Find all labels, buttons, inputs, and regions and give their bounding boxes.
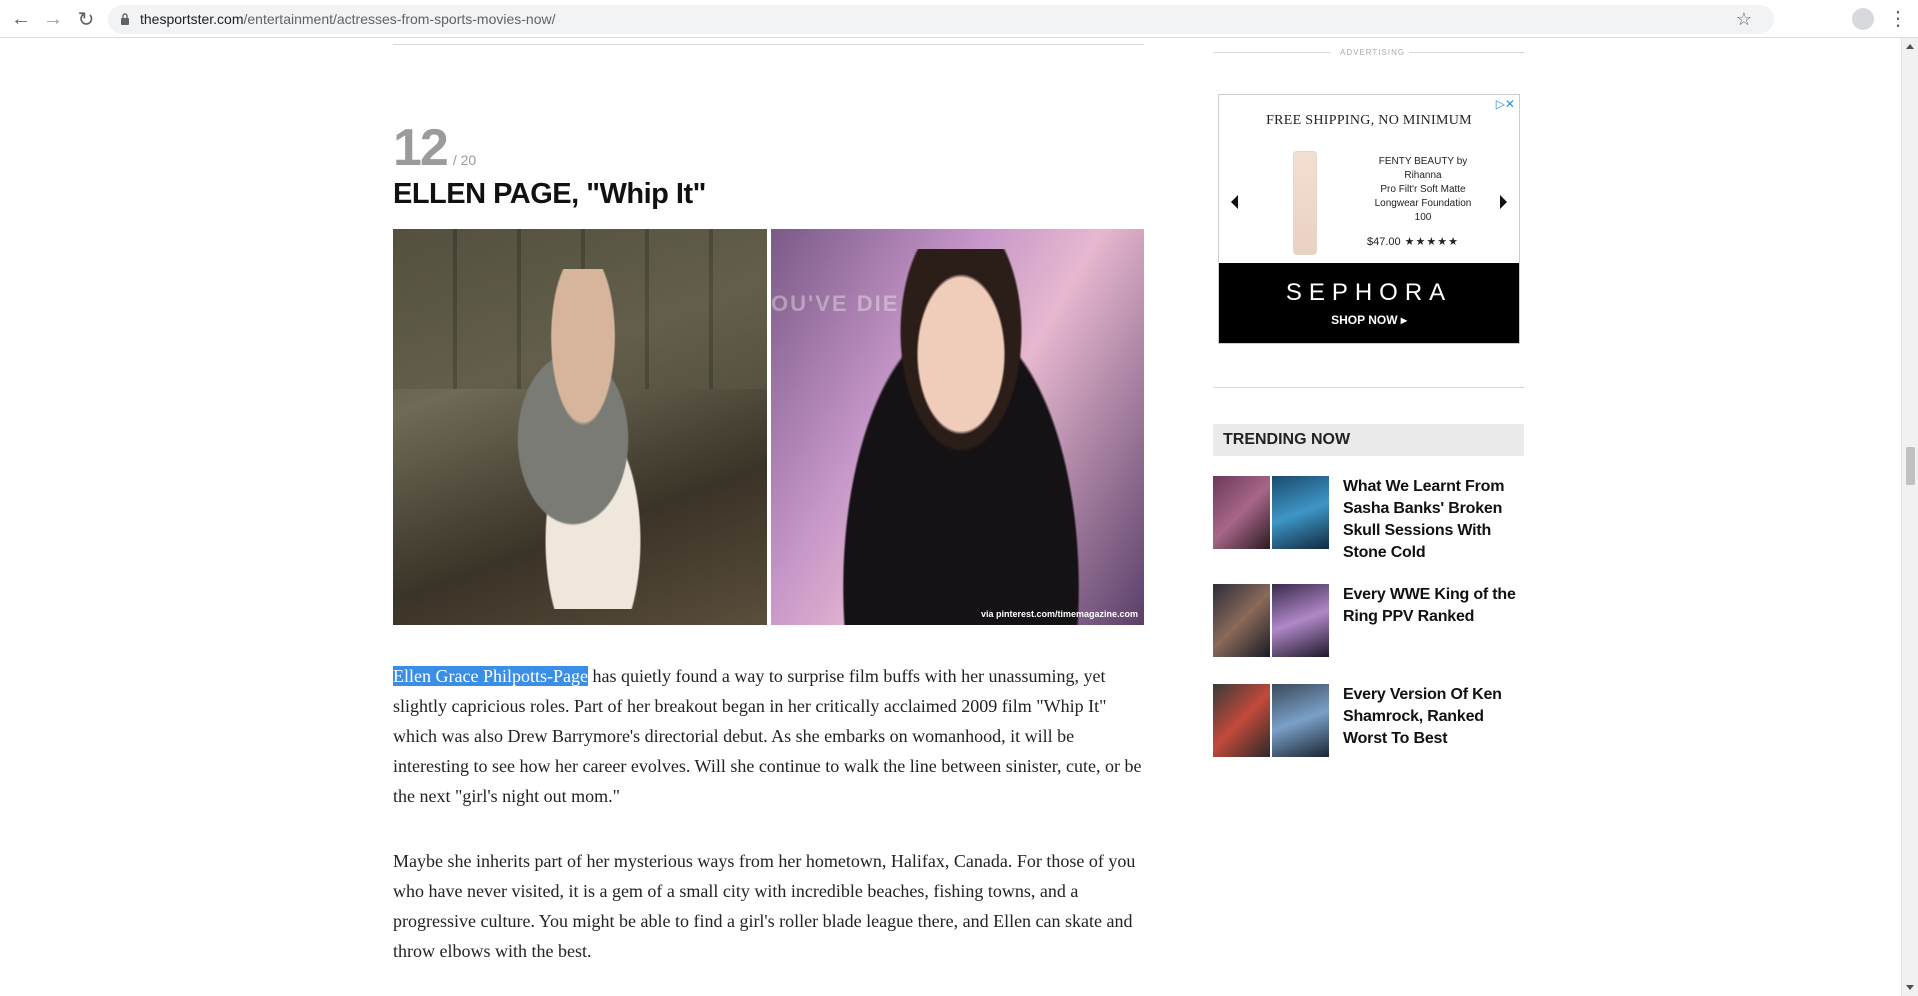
ad-price-row: $47.00 ★★★★★ — [1367, 235, 1459, 248]
back-arrow-icon[interactable]: ← — [9, 7, 33, 31]
slide-counter-total: / 20 — [452, 152, 477, 168]
ad-divider-left — [1213, 52, 1331, 53]
thumbnail-right — [1272, 584, 1329, 657]
ad-divider-right — [1409, 52, 1524, 53]
ad-headline: FREE SHIPPING, NO MINIMUM — [1266, 113, 1472, 128]
ad-product-name: Pro Filt'r Soft Matte Longwear Foundatio… — [1374, 184, 1472, 209]
ad-choices-icon[interactable]: ▷✕ — [1496, 97, 1515, 111]
reload-icon[interactable]: ↻ — [74, 7, 98, 31]
ad-product-panel[interactable]: ▷✕ FREE SHIPPING, NO MINIMUM FENTY BEAUT… — [1219, 95, 1519, 263]
photo-portrait: OU'VE DIE — [771, 229, 1144, 625]
bookmark-star-icon[interactable]: ☆ — [1736, 9, 1752, 30]
ad-product-info: FENTY BEAUTY by Rihanna Pro Filt'r Soft … — [1364, 155, 1482, 225]
trending-item-title[interactable]: Every Version Of Ken Shamrock, Ranked Wo… — [1343, 684, 1523, 750]
paragraph-1-text: has quietly found a way to surprise film… — [393, 666, 1142, 806]
photo-person-right — [811, 249, 1111, 625]
thumbnail-right — [1272, 684, 1329, 757]
ad-product-shade: 100 — [1414, 212, 1432, 223]
ad-label: ADVERTISING — [1340, 48, 1406, 57]
trending-thumbnail[interactable] — [1213, 476, 1329, 549]
slide-counter-current: 12 — [393, 119, 449, 177]
address-bar[interactable]: thesportster.com/entertainment/actresses… — [108, 5, 1774, 34]
trending-header: TRENDING NOW — [1213, 424, 1524, 456]
sidebar-divider — [1213, 387, 1524, 388]
trending-item-title[interactable]: Every WWE King of the Ring PPV Ranked — [1343, 584, 1523, 628]
slide-title: ELLEN PAGE, "Whip It" — [393, 178, 706, 210]
trending-thumbnail[interactable] — [1213, 584, 1329, 657]
article-paragraph-2: Maybe she inherits part of her mysteriou… — [393, 851, 1136, 961]
thumbnail-right — [1272, 476, 1329, 549]
thumbnail-left — [1213, 584, 1270, 657]
ad-price: $47.00 — [1367, 236, 1401, 248]
trending-thumbnail[interactable] — [1213, 684, 1329, 757]
sephora-ad[interactable]: ▷✕ FREE SHIPPING, NO MINIMUM FENTY BEAUT… — [1218, 94, 1520, 344]
slide-counter: 12/ 20 — [393, 118, 476, 178]
ad-product-brand: FENTY BEAUTY by Rihanna — [1378, 156, 1468, 181]
scroll-up-arrow-icon[interactable] — [1906, 44, 1914, 49]
photo-person-left — [483, 269, 683, 609]
photo-whip-it-still — [393, 229, 767, 625]
article-paragraph-1: Ellen Grace Philpotts-Page has quietly f… — [393, 661, 1148, 811]
foundation-bottle-image — [1293, 151, 1317, 255]
thumbnail-left — [1213, 476, 1270, 549]
page-scrollbar[interactable] — [1901, 38, 1918, 996]
browser-toolbar: ← → ↻ thesportster.com/entertainment/act… — [0, 0, 1918, 38]
forward-arrow-icon[interactable]: → — [41, 7, 65, 31]
browser-menu-icon[interactable]: ⋮ — [1888, 6, 1908, 31]
ad-brand-logo: SEPHORA — [1285, 279, 1453, 306]
photo-credit: via pinterest.com/timemagazine.com — [980, 609, 1138, 619]
url-domain: thesportster.com — [140, 11, 244, 27]
shop-now-button[interactable]: SHOP NOW ▸ — [1219, 313, 1519, 327]
url-text: thesportster.com/entertainment/actresses… — [140, 11, 556, 27]
scrollbar-thumb[interactable] — [1906, 447, 1915, 485]
slide-photo: OU'VE DIE via pinterest.com/timemagazine… — [393, 229, 1144, 625]
selected-text: Ellen Grace Philpotts-Page — [393, 666, 588, 686]
url-path: /entertainment/actresses-from-sports-mov… — [243, 11, 556, 27]
trending-item-title[interactable]: What We Learnt From Sasha Banks' Broken … — [1343, 476, 1523, 564]
section-divider — [393, 44, 1144, 45]
profile-avatar-icon[interactable] — [1852, 8, 1874, 30]
thumbnail-left — [1213, 684, 1270, 757]
ad-prev-arrow-icon[interactable] — [1231, 195, 1238, 209]
scroll-down-arrow-icon[interactable] — [1906, 985, 1914, 990]
lock-icon — [121, 13, 129, 25]
ad-brand-panel[interactable]: SEPHORA SHOP NOW ▸ — [1219, 263, 1519, 343]
ad-next-arrow-icon[interactable] — [1500, 195, 1507, 209]
trending-title: TRENDING NOW — [1223, 431, 1351, 448]
rating-stars-icon: ★★★★★ — [1404, 236, 1459, 248]
